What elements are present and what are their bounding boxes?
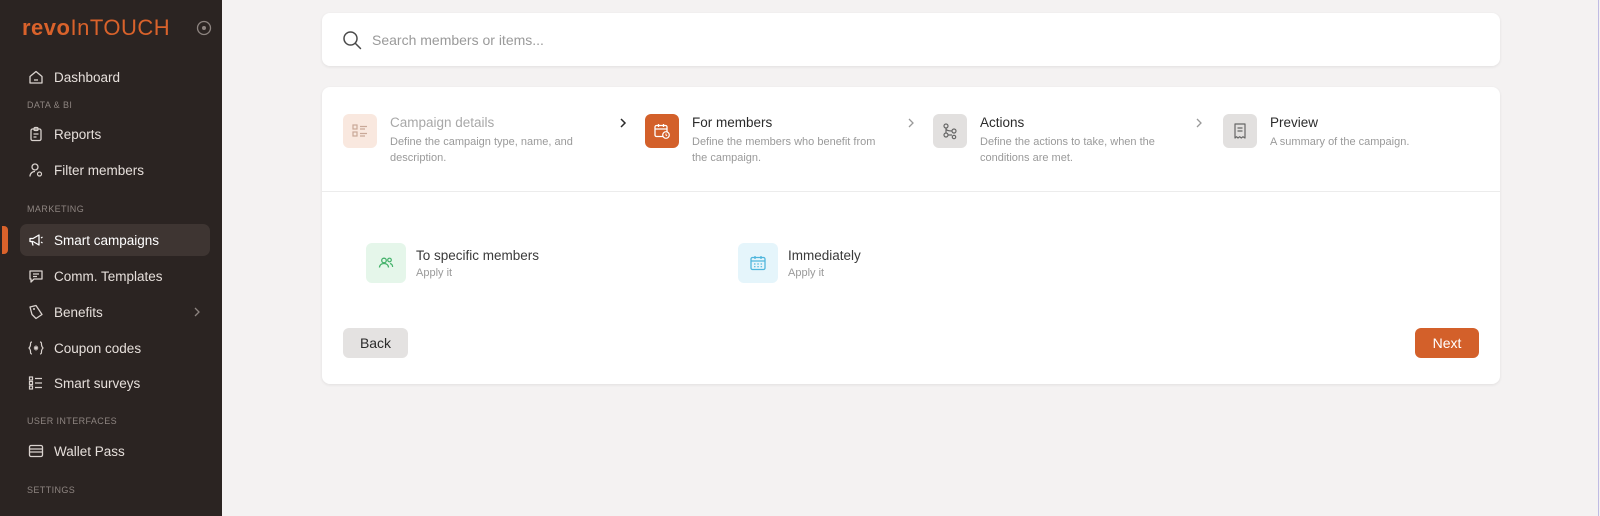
search-icon xyxy=(343,30,362,49)
option-description: Apply it xyxy=(788,267,825,279)
chevron-right-icon xyxy=(908,118,914,128)
step-for-members[interactable]: For members Define the members who benef… xyxy=(645,114,905,174)
wallet-icon xyxy=(28,444,44,458)
flow-icon xyxy=(933,114,967,148)
option-title: Immediately xyxy=(788,248,861,263)
step-title: For members xyxy=(692,115,773,130)
section-label-user-interfaces: USER INTERFACES xyxy=(27,416,118,426)
user-search-icon xyxy=(29,163,43,177)
calendar-icon xyxy=(738,243,778,283)
chevron-right-icon xyxy=(194,307,200,317)
calendar-clock-icon xyxy=(645,114,679,148)
section-label-marketing: MARKETING xyxy=(27,204,85,214)
active-indicator xyxy=(2,226,8,254)
sidebar-item-dashboard[interactable]: Dashboard xyxy=(20,61,210,93)
sidebar-item-label: Filter members xyxy=(54,162,145,178)
megaphone-icon xyxy=(29,234,43,246)
sidebar-item-smart-campaigns[interactable]: Smart campaigns xyxy=(20,224,210,256)
home-icon xyxy=(29,70,43,84)
back-button[interactable]: Back xyxy=(343,328,408,358)
brand-logo-revo: revo xyxy=(22,15,71,40)
message-icon xyxy=(29,270,43,283)
list-icon xyxy=(28,376,42,390)
option-title: To specific members xyxy=(416,248,540,263)
section-label-data-bi: DATA & BI xyxy=(27,100,73,110)
wizard-steps: Campaign details Define the campaign typ… xyxy=(322,87,1500,192)
brand-logo: revoInTOUCH xyxy=(22,16,170,40)
step-title: Preview xyxy=(1270,115,1319,130)
step-description: Define the actions to take, when the con… xyxy=(980,136,1155,164)
step-description: Define the campaign type, name, and desc… xyxy=(390,136,573,164)
step-actions[interactable]: Actions Define the actions to take, when… xyxy=(933,114,1193,174)
sidebar-item-label: Smart campaigns xyxy=(54,232,160,248)
step-preview[interactable]: Preview A summary of the campaign. xyxy=(1223,114,1483,174)
clipboard-icon xyxy=(30,126,42,142)
sidebar: revoInTOUCH Dashboard DATA & BI Reports … xyxy=(0,0,222,516)
step-title: Actions xyxy=(980,115,1025,130)
next-button[interactable]: Next xyxy=(1415,328,1479,358)
sidebar-toggle-icon[interactable] xyxy=(196,20,212,36)
logo-row: revoInTOUCH xyxy=(22,16,212,40)
brand-logo-intouch: InTOUCH xyxy=(70,15,171,40)
step-title: Campaign details xyxy=(390,115,495,130)
campaign-wizard-card: Campaign details Define the campaign typ… xyxy=(322,87,1500,384)
sidebar-item-coupon-codes[interactable]: Coupon codes xyxy=(20,332,210,364)
sidebar-item-reports[interactable]: Reports xyxy=(20,118,210,150)
sidebar-item-comm-templates[interactable]: Comm. Templates xyxy=(20,260,210,292)
braces-asterisk-icon xyxy=(28,341,44,355)
receipt-icon xyxy=(1223,114,1257,148)
chevron-right-icon xyxy=(620,118,627,128)
option-immediately[interactable]: Immediately Apply it xyxy=(738,243,998,285)
sidebar-item-label: Benefits xyxy=(54,304,103,320)
option-description: Apply it xyxy=(416,267,453,279)
sidebar-item-label: Wallet Pass xyxy=(54,443,125,459)
section-label-settings: SETTINGS xyxy=(27,485,76,495)
window-edge xyxy=(1598,0,1599,516)
step-campaign-details[interactable]: Campaign details Define the campaign typ… xyxy=(343,114,603,174)
step-description: Define the members who benefit from the … xyxy=(692,136,876,164)
sidebar-item-smart-surveys[interactable]: Smart surveys xyxy=(20,367,210,399)
search-bar[interactable] xyxy=(322,13,1500,66)
sidebar-item-label: Dashboard xyxy=(54,69,121,85)
option-specific-members[interactable]: To specific members Apply it xyxy=(366,243,626,285)
checklist-icon xyxy=(343,114,377,148)
sidebar-item-label: Reports xyxy=(54,126,102,142)
search-input[interactable] xyxy=(372,31,1372,48)
sidebar-item-benefits[interactable]: Benefits xyxy=(20,296,210,328)
users-icon xyxy=(366,243,406,283)
sidebar-item-label: Smart surveys xyxy=(54,375,141,391)
chevron-right-icon xyxy=(1196,118,1202,128)
sidebar-item-label: Coupon codes xyxy=(54,340,142,356)
step-description: A summary of the campaign. xyxy=(1270,136,1410,148)
sidebar-item-label: Comm. Templates xyxy=(54,268,163,284)
tag-icon xyxy=(29,304,43,320)
sidebar-item-wallet-pass[interactable]: Wallet Pass xyxy=(20,435,210,467)
sidebar-item-filter-members[interactable]: Filter members xyxy=(20,154,210,186)
